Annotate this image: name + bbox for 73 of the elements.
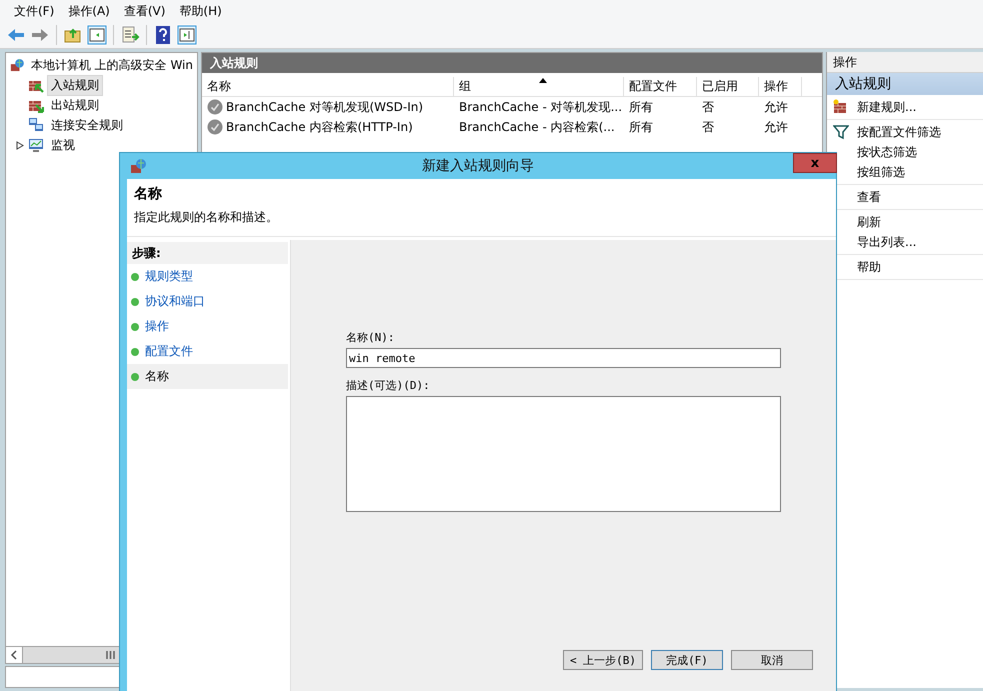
check-circle-icon bbox=[207, 119, 223, 135]
table-cell: BranchCache - 对等机发现... bbox=[459, 98, 622, 116]
firewall-globe-icon bbox=[130, 158, 146, 174]
step-link[interactable]: 配置文件 bbox=[145, 343, 193, 360]
menu-item[interactable]: 文件(F) bbox=[8, 0, 60, 22]
expand-icon[interactable] bbox=[16, 140, 25, 150]
menu-item[interactable]: 帮助(H) bbox=[173, 0, 228, 22]
firewall-globe-icon bbox=[10, 57, 24, 73]
action-link[interactable]: 按组筛选 bbox=[857, 164, 905, 180]
column-header[interactable]: 操作 bbox=[759, 77, 802, 96]
name-field[interactable]: win remote bbox=[346, 348, 781, 368]
tree-item[interactable]: 监视 bbox=[47, 134, 79, 156]
table-cell: 允许 bbox=[764, 98, 788, 116]
sort-icon bbox=[538, 78, 546, 83]
table-cell: 所有 bbox=[629, 118, 653, 136]
table-cell: BranchCache 内容检索(HTTP-In) bbox=[226, 118, 413, 136]
show-tree-icon[interactable] bbox=[87, 25, 107, 45]
step-dot-icon bbox=[131, 348, 139, 356]
action-link[interactable]: 刷新 bbox=[857, 214, 881, 230]
field-label: 描述(可选)(D): bbox=[346, 378, 431, 393]
step-dot-icon bbox=[131, 372, 139, 380]
export-icon[interactable] bbox=[120, 25, 140, 45]
tree-item[interactable]: 连接安全规则 bbox=[47, 114, 127, 136]
menu-item[interactable]: 操作(A) bbox=[62, 0, 116, 22]
step-link[interactable]: 名称 bbox=[145, 368, 169, 385]
column-header[interactable]: 组 bbox=[454, 77, 624, 96]
scroll-left-icon bbox=[10, 650, 18, 660]
close-button[interactable]: x bbox=[793, 153, 837, 173]
monitor-icon bbox=[28, 137, 44, 153]
action-link[interactable]: 帮助 bbox=[857, 258, 881, 276]
dialog-button[interactable]: 完成(F) bbox=[651, 650, 723, 670]
show-action-pane-icon[interactable] bbox=[177, 25, 197, 45]
action-link[interactable]: 按配置文件筛选 bbox=[857, 124, 941, 140]
step-dot-icon bbox=[131, 298, 139, 306]
new-rule-icon bbox=[833, 99, 849, 115]
step-link[interactable]: 规则类型 bbox=[145, 268, 193, 285]
action-link[interactable]: 导出列表... bbox=[857, 234, 916, 250]
grip-icon bbox=[106, 651, 114, 659]
filter-icon bbox=[833, 124, 849, 140]
section-header[interactable]: 入站规则 bbox=[827, 73, 983, 95]
tree-item[interactable]: 出站规则 bbox=[47, 94, 103, 116]
field-label: 名称(N): bbox=[346, 330, 396, 345]
dialog-button[interactable]: 取消 bbox=[731, 650, 813, 670]
action-link[interactable]: 查看 bbox=[857, 188, 881, 206]
column-header[interactable]: 已启用 bbox=[697, 77, 759, 96]
step-link[interactable]: 操作 bbox=[145, 318, 169, 335]
dialog-button[interactable]: < 上一步(B) bbox=[563, 650, 643, 670]
page-description: 指定此规则的名称和描述。 bbox=[134, 209, 279, 226]
action-link[interactable]: 按状态筛选 bbox=[857, 144, 917, 160]
table-cell: 允许 bbox=[764, 118, 788, 136]
table-cell: 否 bbox=[702, 118, 714, 136]
computers-icon bbox=[28, 117, 44, 133]
help-icon[interactable] bbox=[153, 25, 173, 45]
table-cell: 所有 bbox=[629, 98, 653, 116]
table-cell: 否 bbox=[702, 98, 714, 116]
page-heading: 名称 bbox=[134, 185, 163, 203]
steps-title: 步骤: bbox=[127, 242, 288, 264]
menu-item[interactable]: 查看(V) bbox=[118, 0, 172, 22]
action-link[interactable]: 新建规则... bbox=[857, 98, 916, 116]
step-link[interactable]: 协议和端口 bbox=[145, 293, 205, 310]
step-dot-icon bbox=[131, 272, 139, 280]
tree-item[interactable]: 本地计算机 上的高级安全 Win bbox=[26, 54, 197, 76]
table-cell: BranchCache - 内容检索(... bbox=[459, 118, 615, 136]
check-circle-icon bbox=[207, 99, 223, 115]
step-dot-icon bbox=[131, 322, 139, 330]
pane-title: 操作 bbox=[827, 52, 983, 73]
description-field[interactable] bbox=[346, 396, 781, 512]
pane-title: 入站规则 bbox=[202, 53, 822, 73]
column-header[interactable]: 配置文件 bbox=[624, 77, 697, 96]
column-header[interactable]: 名称 bbox=[202, 77, 454, 96]
window-title: 新建入站规则向导 bbox=[422, 157, 534, 175]
table-cell: BranchCache 对等机发现(WSD-In) bbox=[226, 98, 424, 116]
tree-item[interactable]: 入站规则 bbox=[47, 74, 103, 96]
